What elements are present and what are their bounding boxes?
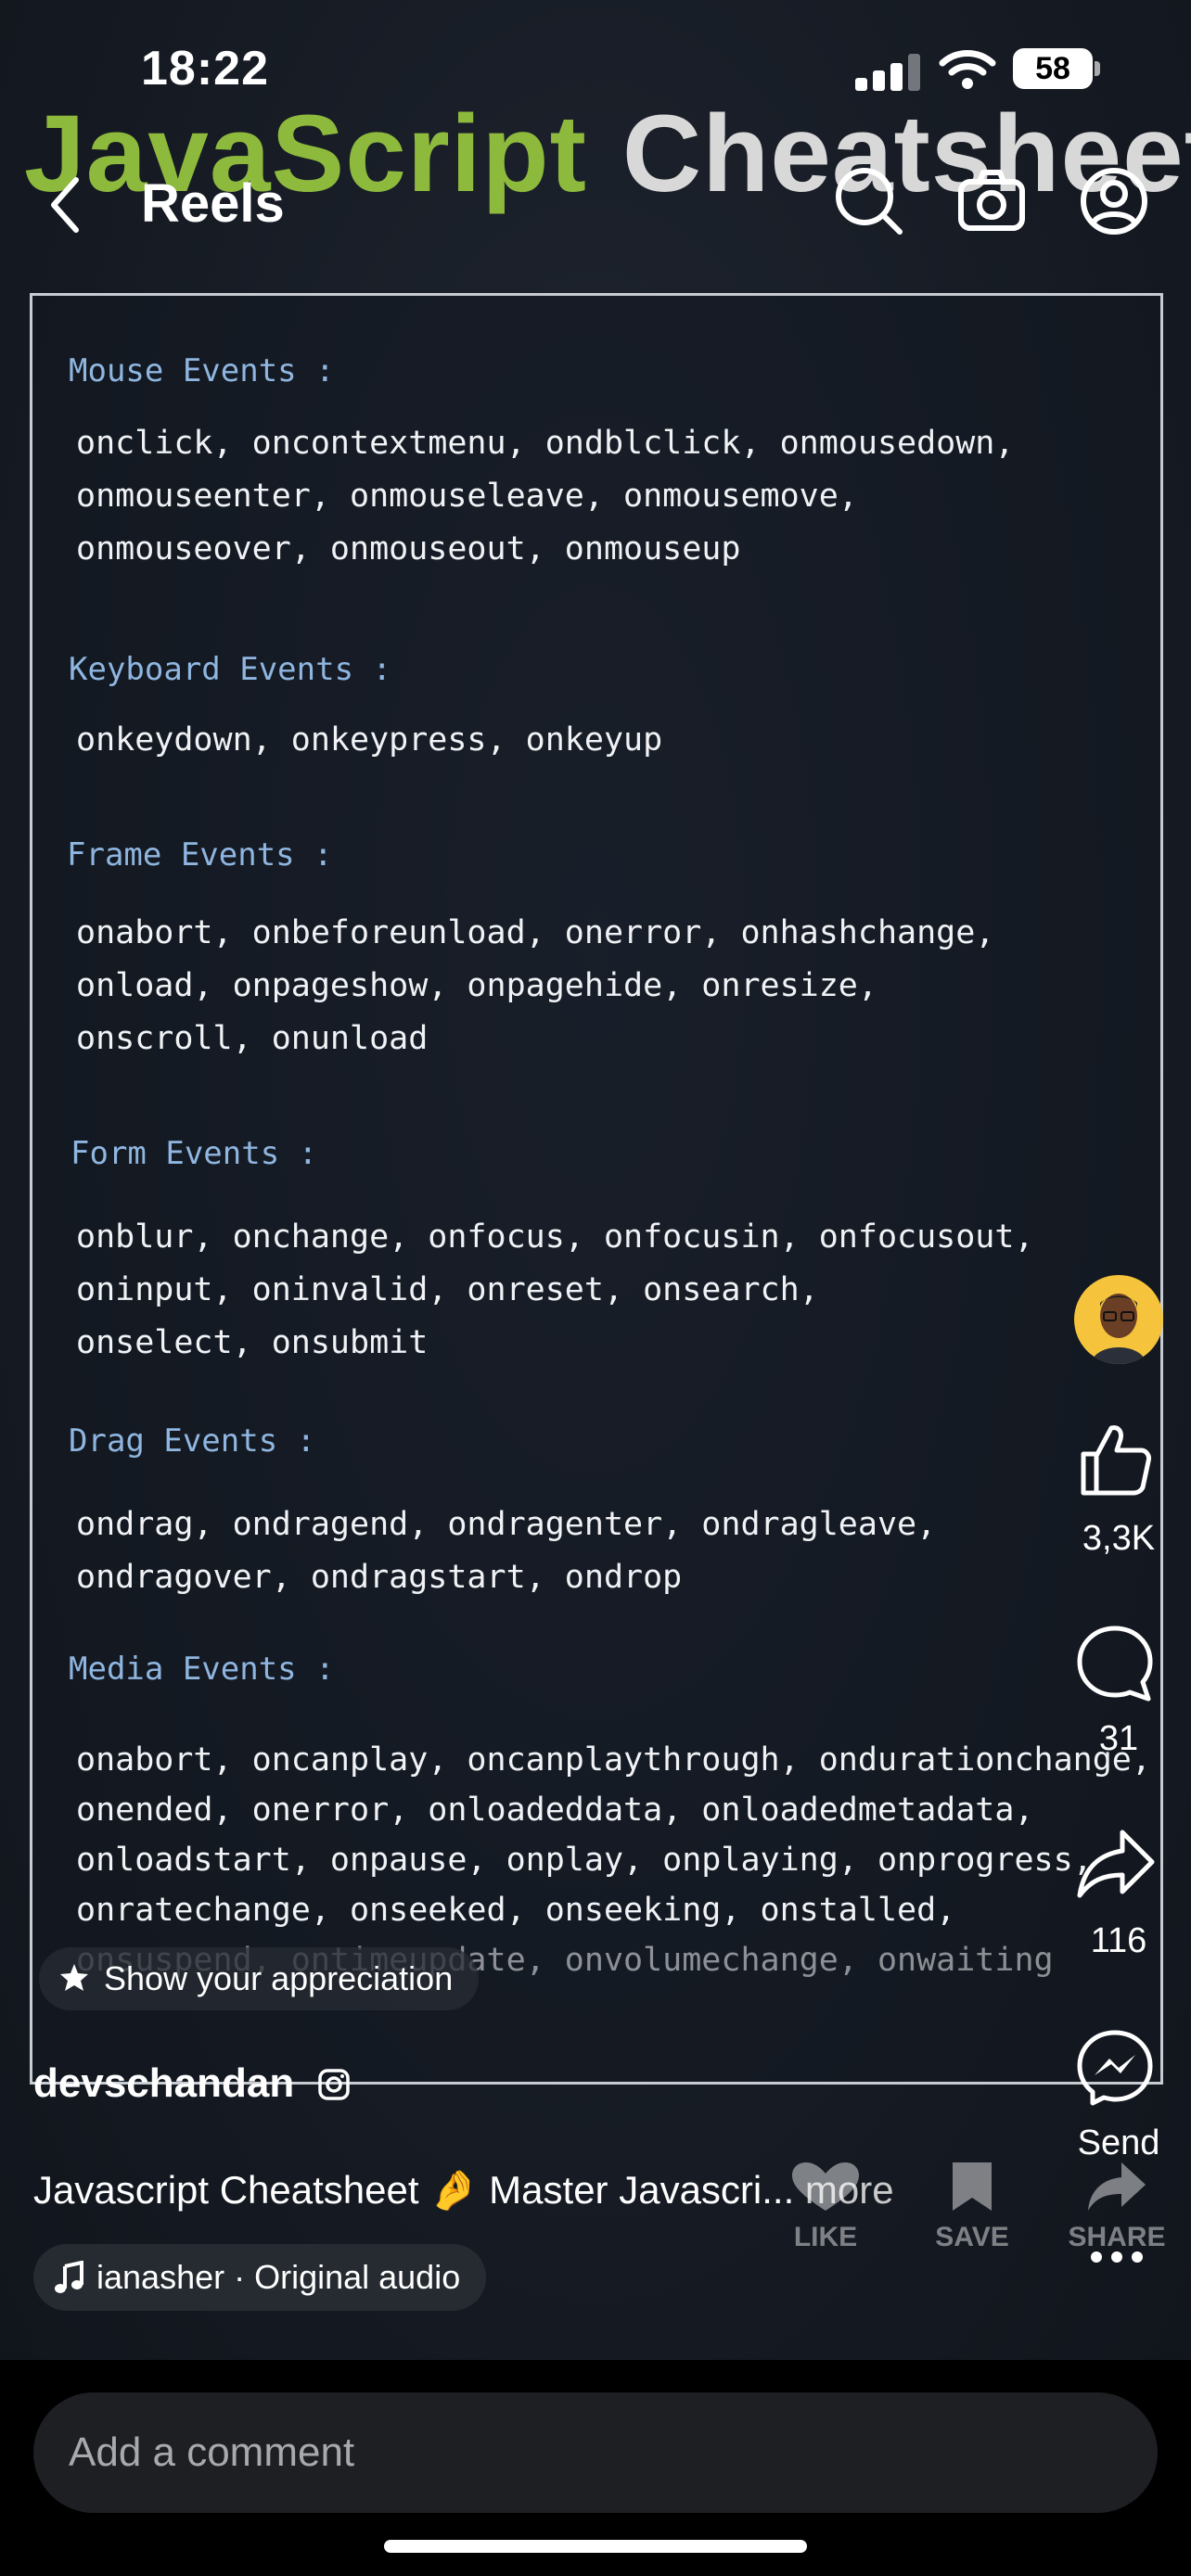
cellular-signal-icon — [855, 54, 922, 91]
send-label[interactable]: Send — [1044, 2123, 1191, 2163]
appreciation-label: Show your appreciation — [104, 1959, 454, 1997]
video-like-overlay: LIKE — [770, 2161, 881, 2253]
code-line: onkeydown, onkeypress, onkeyup — [76, 721, 663, 759]
music-note-icon — [55, 2261, 83, 2293]
appreciation-icon — [60, 1964, 88, 1991]
video-save-overlay: SAVE — [916, 2161, 1028, 2253]
video-title-js: JavaScript — [24, 93, 587, 215]
video-share-overlay: SHARE — [1061, 2161, 1172, 2253]
author-username[interactable]: devschandan — [33, 2060, 294, 2107]
section-body-drag: ondrag, ondragend, ondragenter, ondragle… — [76, 1506, 936, 1612]
section-body-mouse: onclick, oncontextmenu, ondblclick, onmo… — [76, 425, 1014, 583]
audio-label: ianasher · Original audio — [96, 2258, 461, 2296]
code-line: onmouseenter, onmouseleave, onmousemove, — [76, 478, 858, 515]
wifi-icon — [939, 50, 996, 89]
code-line: onended, onerror, onloadeddata, onloaded… — [76, 1792, 1034, 1829]
code-line: onratechange, onseeked, onseeking, onsta… — [76, 1892, 956, 1929]
code-line: onclick, oncontextmenu, ondblclick, onmo… — [76, 425, 1015, 462]
code-line: oninput, oninvalid, onreset, onsearch, — [76, 1271, 819, 1308]
section-title-frame: Frame Events : — [67, 836, 333, 874]
camera-icon[interactable] — [955, 165, 1028, 237]
home-indicator[interactable] — [384, 2540, 807, 2553]
code-line: ondragover, ondragstart, ondrop — [76, 1559, 683, 1596]
back-chevron-icon[interactable] — [43, 172, 89, 237]
battery-cap — [1095, 61, 1100, 76]
status-time: 18:22 — [141, 42, 269, 96]
section-title-mouse: Mouse Events : — [69, 352, 335, 389]
like-thumbs-up-icon[interactable] — [1076, 1421, 1154, 1498]
heart-icon — [792, 2162, 859, 2211]
show-appreciation-button[interactable]: Show your appreciation — [39, 1947, 480, 2010]
instagram-icon — [318, 2069, 350, 2100]
section-title-form: Form Events : — [70, 1135, 318, 1172]
section-body-frame: onabort, onbeforeunload, onerror, onhash… — [76, 914, 994, 1073]
section-body-form: onblur, onchange, onfocus, onfocusin, on… — [76, 1218, 1034, 1377]
search-icon[interactable] — [833, 165, 905, 237]
section-title-keyboard: Keyboard Events : — [69, 651, 391, 688]
caption[interactable]: Javascript Cheatsheet 🤌 Master Javascri.… — [33, 2168, 894, 2213]
code-line: onabort, oncanplay, oncanplaythrough, on… — [76, 1741, 1151, 1779]
like-count: 3,3K — [1082, 1519, 1156, 1558]
original-audio-button[interactable]: ianasher · Original audio — [33, 2244, 487, 2311]
profile-icon[interactable] — [1078, 165, 1150, 237]
overlay-like-label: LIKE — [793, 2222, 858, 2252]
section-title-drag: Drag Events : — [69, 1422, 316, 1460]
share-count: 116 — [1090, 1921, 1147, 1960]
comment-count: 31 — [1098, 1719, 1139, 1758]
section-body-keyboard: onkeydown, onkeypress, onkeyup — [76, 721, 662, 774]
battery-icon: 58 — [1013, 48, 1093, 89]
more-options-icon[interactable] — [1091, 2251, 1143, 2263]
caption-text: Javascript Cheatsheet 🤌 Master Javascri.… — [33, 2168, 795, 2212]
messenger-send-icon[interactable] — [1076, 2029, 1154, 2107]
code-line: ondrag, ondragend, ondragenter, ondragle… — [76, 1506, 937, 1543]
code-line: onblur, onchange, onfocus, onfocusin, on… — [76, 1218, 1034, 1256]
overlay-save-label: SAVE — [935, 2222, 1009, 2252]
code-line: onload, onpageshow, onpagehide, onresize… — [76, 967, 877, 1004]
comment-placeholder: Add a comment — [69, 2429, 355, 2475]
code-line: onselect, onsubmit — [76, 1324, 429, 1361]
overlay-share-label: SHARE — [1068, 2222, 1166, 2252]
author-avatar[interactable] — [1074, 1275, 1163, 1364]
code-line: onloadstart, onpause, onplay, onplaying,… — [76, 1842, 1093, 1879]
comment-icon[interactable] — [1076, 1625, 1154, 1702]
code-line: onmouseover, onmouseout, onmouseup — [76, 530, 741, 567]
section-title-media: Media Events : — [69, 1651, 335, 1688]
share-arrow-icon[interactable] — [1076, 1827, 1156, 1901]
page-title: Reels — [141, 173, 285, 234]
code-line: onscroll, onunload — [76, 1020, 429, 1057]
bookmark-icon — [953, 2162, 992, 2211]
share-overlay-icon — [1088, 2162, 1146, 2211]
battery-level: 58 — [1035, 51, 1070, 86]
code-line: onabort, onbeforeunload, onerror, onhash… — [76, 914, 995, 951]
